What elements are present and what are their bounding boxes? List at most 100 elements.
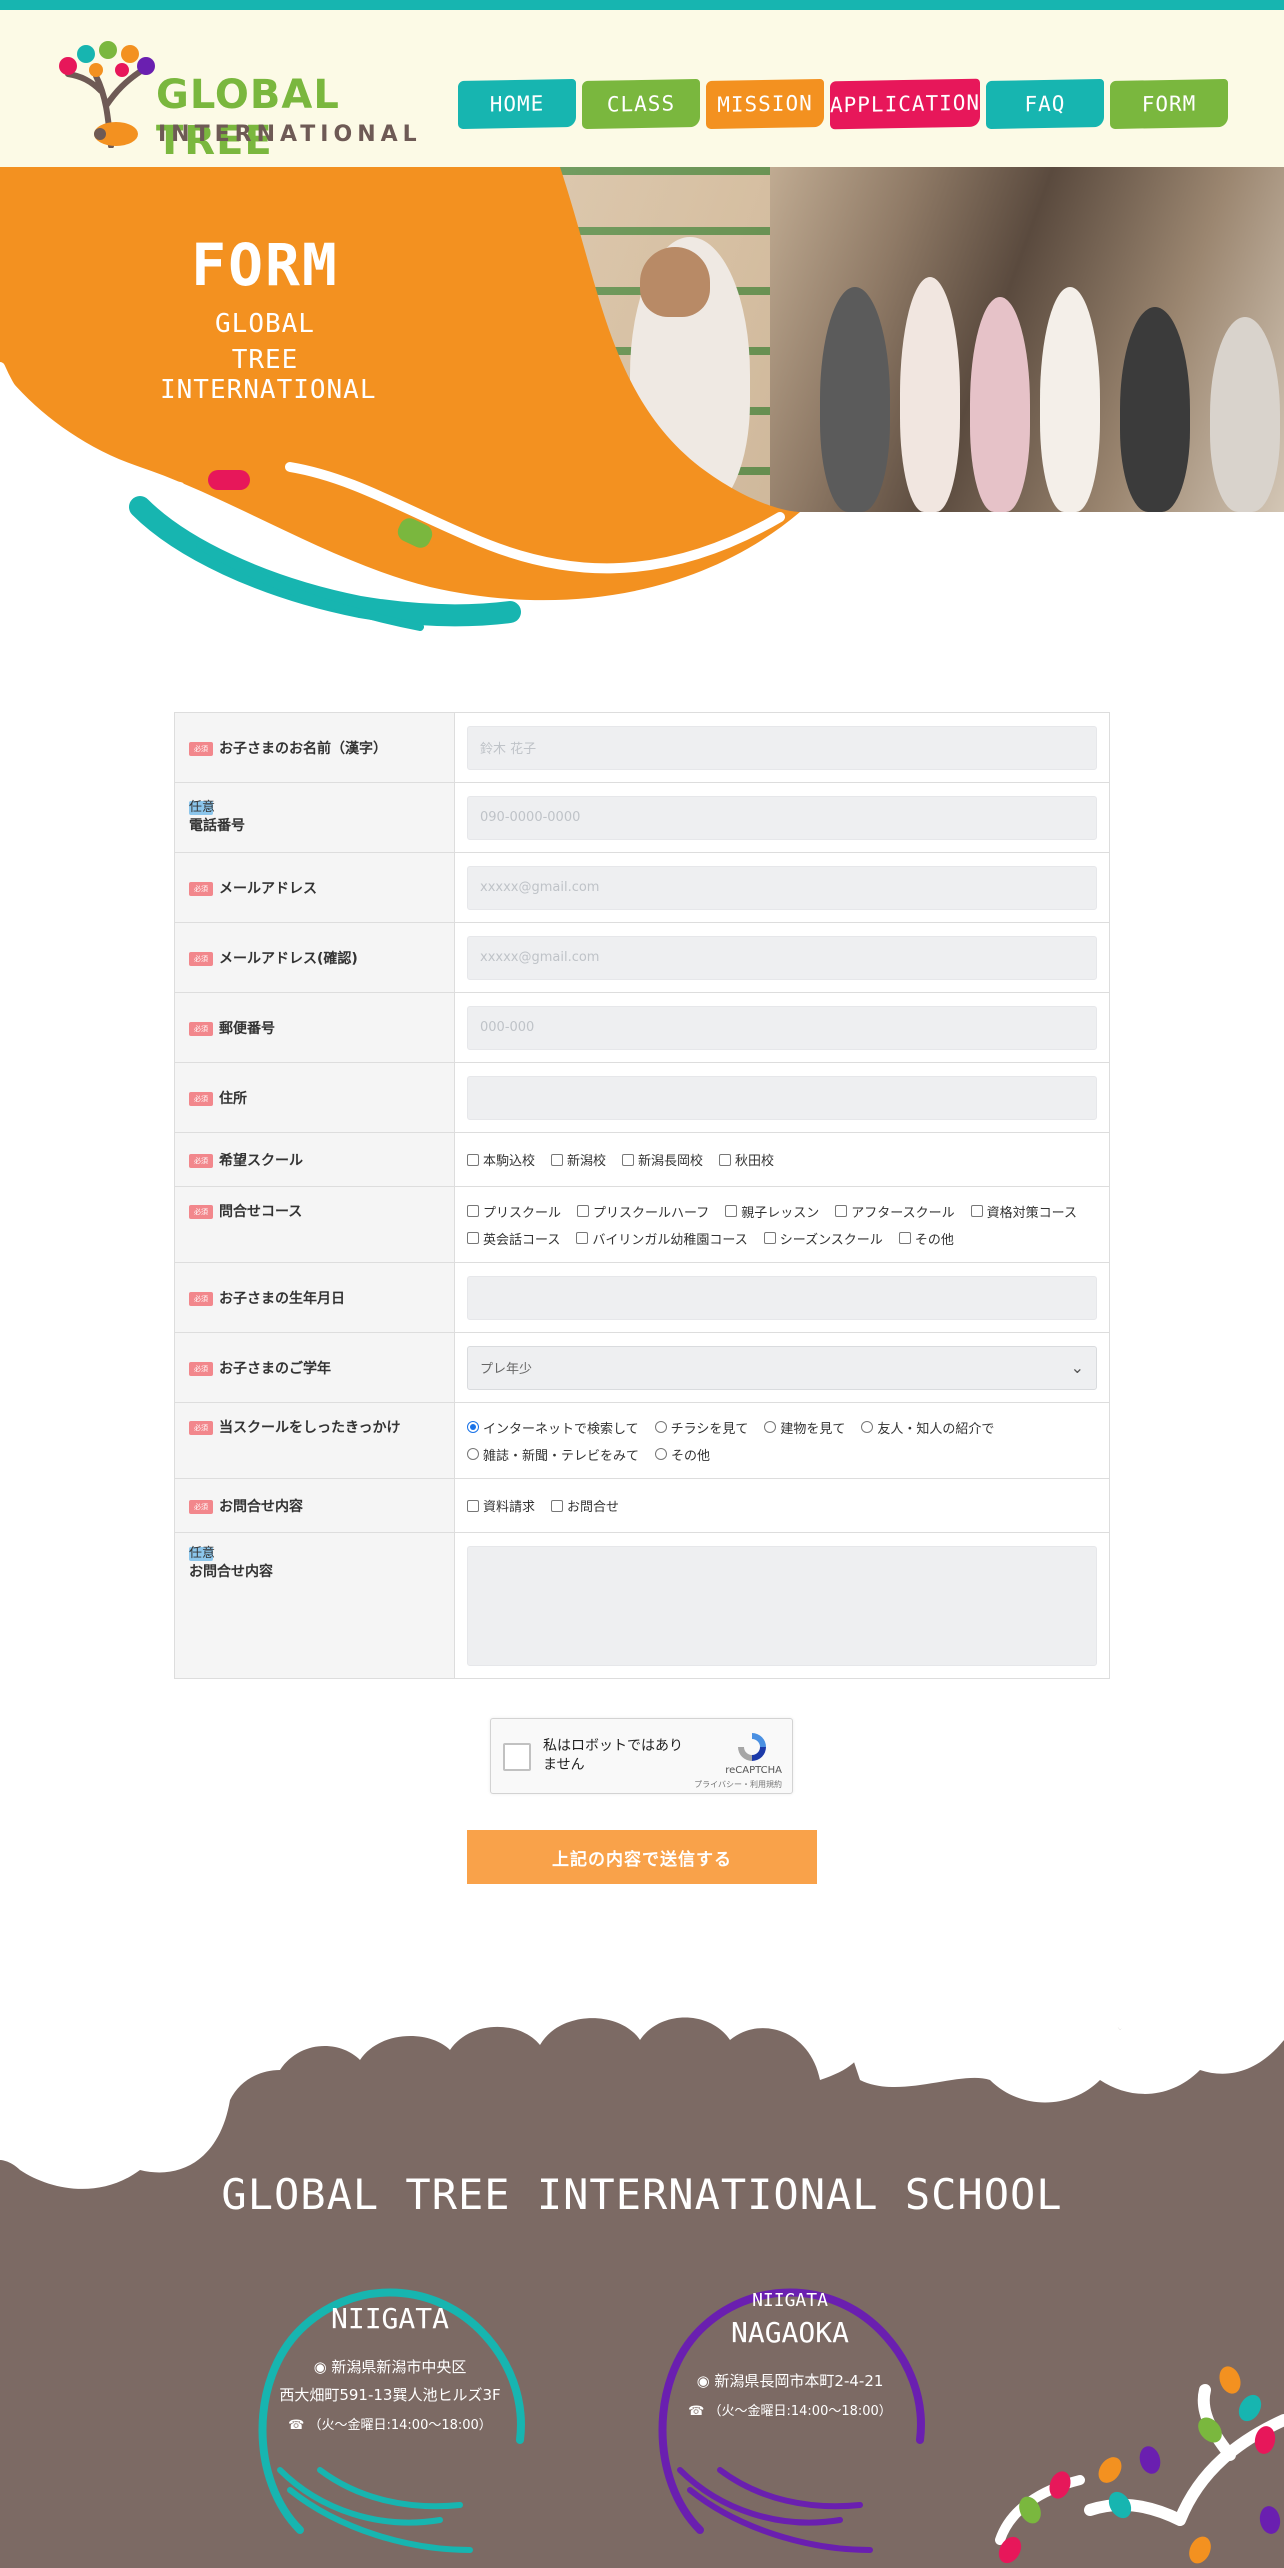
recaptcha-checkbox[interactable] bbox=[503, 1743, 531, 1771]
form-row-label: メールアドレス(確認) bbox=[219, 950, 358, 967]
required-badge: 必須 bbox=[189, 1091, 213, 1106]
checkbox[interactable] bbox=[551, 1153, 564, 1166]
required-badge: 必須 bbox=[189, 1021, 213, 1036]
form-row: 必須 郵便番号 000-000 bbox=[174, 992, 1110, 1063]
checkbox[interactable] bbox=[898, 1232, 911, 1244]
text-input[interactable] bbox=[467, 1075, 1097, 1120]
radio-button[interactable] bbox=[467, 1448, 479, 1460]
checkbox[interactable] bbox=[970, 1205, 983, 1217]
form-row-label-cell: 必須 お子さまの生年月日 bbox=[174, 1262, 455, 1333]
form-row-field-cell: 鈴木 花子 bbox=[454, 712, 1110, 783]
option-label: 雑誌・新聞・テレビをみて bbox=[483, 1448, 640, 1464]
nav-class[interactable]: CLASS bbox=[581, 78, 700, 130]
radio-button[interactable] bbox=[655, 1448, 668, 1460]
form-row-label-cell: 必須 当スクールをしったきっかけ bbox=[174, 1402, 455, 1479]
checkbox-option[interactable]: その他 bbox=[898, 1229, 954, 1248]
form-row-label: 当スクールをしったきっかけ bbox=[219, 1420, 401, 1436]
nav-faq[interactable]: FAQ bbox=[986, 78, 1105, 130]
text-input[interactable]: 鈴木 花子 bbox=[467, 725, 1097, 770]
checkbox[interactable] bbox=[725, 1205, 738, 1217]
form-row-label-cell: 必須 お問合せ内容 bbox=[174, 1478, 455, 1533]
branch-nagaoka[interactable]: NIIGATA NAGAOKA ◉ 新潟県長岡市本町2-4-21 ☎ （火～金曜… bbox=[640, 2260, 940, 2560]
text-input[interactable]: 000-000 bbox=[467, 1005, 1097, 1050]
nav-mission[interactable]: MISSION bbox=[705, 78, 824, 130]
checkbox-option[interactable]: お問合せ bbox=[551, 1496, 619, 1515]
checkbox[interactable] bbox=[622, 1153, 635, 1166]
checkbox-option[interactable]: プリスクール bbox=[467, 1202, 561, 1221]
checkbox[interactable] bbox=[467, 1205, 479, 1217]
checkbox-option[interactable]: プリスクールハーフ bbox=[577, 1202, 709, 1221]
checkbox-option[interactable]: 本駒込校 bbox=[467, 1150, 535, 1169]
radio-option[interactable]: 雑誌・新聞・テレビをみて bbox=[467, 1445, 639, 1464]
form-row-label-cell: 任意 お問合せ内容 bbox=[174, 1532, 455, 1679]
phone-icon: ☎ bbox=[288, 2418, 309, 2433]
nav-home[interactable]: HOME bbox=[458, 78, 576, 130]
option-label: 友人・知人の紹介で bbox=[877, 1421, 995, 1437]
form-row-field-cell: プレ年少 ⌄ bbox=[454, 1332, 1110, 1403]
option-label: 親子レッスン bbox=[741, 1205, 820, 1221]
branch-hours: ☎ （火～金曜日:14:00～18:00） bbox=[688, 2404, 892, 2419]
checkbox[interactable] bbox=[467, 1499, 479, 1512]
select-value: プレ年少 bbox=[480, 1362, 533, 1377]
form-row-label-cell: 必須 メールアドレス bbox=[174, 852, 455, 923]
checkbox[interactable] bbox=[467, 1232, 479, 1244]
message-textarea[interactable] bbox=[467, 1545, 1097, 1666]
branch-niigata[interactable]: NIIGATA ◉ 新潟県新潟市中央区 西大畑町591-13巽人池ヒルズ3F ☎… bbox=[240, 2260, 540, 2560]
text-input[interactable]: xxxxx@gmail.com bbox=[467, 935, 1097, 980]
form-table: 必須 お子さまのお名前（漢字） 鈴木 花子 任意 電話番号 090-0000-0000 必須… bbox=[174, 712, 1110, 1679]
checkbox-option[interactable]: 親子レッスン bbox=[725, 1202, 819, 1221]
required-badge: 必須 bbox=[189, 1205, 213, 1219]
checkbox[interactable] bbox=[763, 1232, 776, 1244]
radio-option[interactable]: チラシを見て bbox=[654, 1418, 748, 1437]
form-row-label: メールアドレス bbox=[219, 880, 317, 897]
checkbox[interactable] bbox=[577, 1205, 590, 1217]
text-input[interactable]: 090-0000-0000 bbox=[467, 795, 1097, 840]
option-label: 本駒込校 bbox=[483, 1154, 536, 1169]
required-badge: 必須 bbox=[189, 1153, 213, 1168]
checkbox[interactable] bbox=[467, 1153, 479, 1166]
form-row-label-cell: 必須 お子さまのご学年 bbox=[174, 1332, 455, 1403]
form-row-field-cell: インターネットで検索して チラシを見て 建物を見て 友人・知人の紹介で雑誌・新聞・テレ… bbox=[454, 1402, 1110, 1479]
checkbox[interactable] bbox=[719, 1153, 732, 1166]
radio-option[interactable]: インターネットで検索して bbox=[467, 1418, 639, 1437]
logo-subtext: INTERNATIONAL bbox=[158, 122, 422, 147]
checkbox-option[interactable]: 資料請求 bbox=[467, 1496, 535, 1515]
form-row: 必須 お子さまのご学年 プレ年少 ⌄ bbox=[174, 1332, 1110, 1403]
text-input[interactable]: xxxxx@gmail.com bbox=[467, 865, 1097, 910]
checkbox-option[interactable]: シーズンスクール bbox=[763, 1229, 883, 1248]
form-row-label: お子さまのご学年 bbox=[219, 1360, 331, 1377]
checkbox-option[interactable]: アフタースクール bbox=[835, 1202, 955, 1221]
recaptcha-links[interactable]: プライバシー・利用規約 bbox=[694, 1779, 782, 1790]
checkbox[interactable] bbox=[551, 1499, 564, 1512]
form-row-label: お問合せ内容 bbox=[219, 1498, 303, 1515]
checkbox-group: プリスクール プリスクールハーフ 親子レッスン アフタースクール 資格対策コース英会話コ… bbox=[467, 1202, 1097, 1248]
option-label: 新潟長岡校 bbox=[638, 1154, 704, 1169]
radio-button[interactable] bbox=[764, 1421, 777, 1433]
option-label: プリスクール bbox=[483, 1205, 562, 1221]
radio-option[interactable]: その他 bbox=[655, 1445, 710, 1464]
nav-form[interactable]: FORM bbox=[1110, 78, 1228, 130]
checkbox-option[interactable]: 資格対策コース bbox=[970, 1202, 1077, 1221]
form-row-label-cell: 必須 メールアドレス(確認) bbox=[174, 922, 455, 993]
checkbox-option[interactable]: 英会話コース bbox=[467, 1229, 560, 1248]
submit-button[interactable]: 上記の内容で送信する bbox=[467, 1830, 817, 1884]
checkbox[interactable] bbox=[576, 1232, 589, 1244]
checkbox-option[interactable]: 新潟長岡校 bbox=[622, 1150, 703, 1169]
option-label: 資料請求 bbox=[483, 1500, 536, 1515]
grade-select[interactable]: プレ年少 ⌄ bbox=[467, 1345, 1097, 1390]
nav-application[interactable]: APPLICATION bbox=[829, 78, 981, 130]
radio-button[interactable] bbox=[654, 1421, 667, 1433]
text-input[interactable] bbox=[467, 1275, 1097, 1320]
checkbox-option[interactable]: 新潟校 bbox=[551, 1150, 606, 1169]
checkbox-option[interactable]: バイリンガル幼稚園コース bbox=[576, 1229, 748, 1248]
checkbox[interactable] bbox=[835, 1205, 848, 1217]
checkbox-option[interactable]: 秋田校 bbox=[719, 1150, 774, 1169]
checkbox-group: 資料請求 お問合せ bbox=[467, 1496, 1097, 1515]
cloud-top-edge bbox=[0, 1960, 1284, 2189]
radio-button[interactable] bbox=[861, 1421, 874, 1433]
radio-button[interactable] bbox=[467, 1421, 479, 1433]
site-logo[interactable]: GLOBAL TREE INTERNATIONAL bbox=[56, 36, 417, 164]
radio-option[interactable]: 建物を見て bbox=[764, 1418, 845, 1437]
radio-option[interactable]: 友人・知人の紹介で bbox=[861, 1418, 994, 1437]
recaptcha-brand: reCAPTCHA bbox=[725, 1765, 782, 1776]
